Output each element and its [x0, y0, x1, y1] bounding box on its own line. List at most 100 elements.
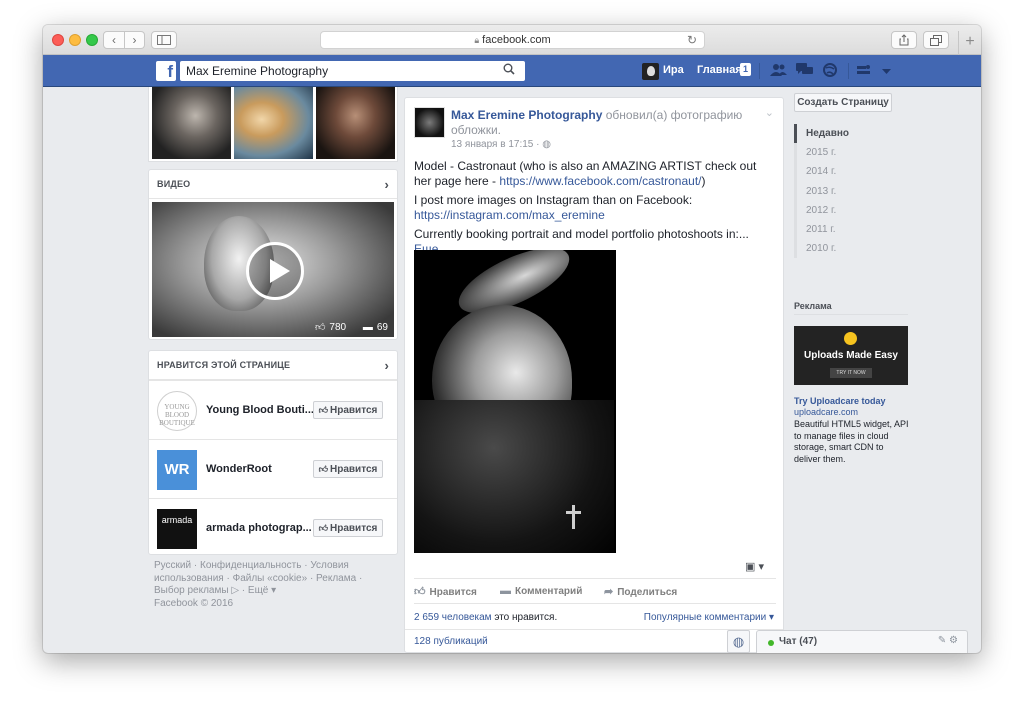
list-item: YOUNG BLOOD BOUTIQUE Young Blood Bouti..… — [149, 380, 397, 439]
privacy-shortcuts-icon[interactable] — [855, 63, 873, 78]
timeline-year-item[interactable]: 2014 г. — [794, 162, 906, 182]
minimize-window-button[interactable] — [69, 34, 81, 46]
post-author-avatar[interactable] — [414, 107, 445, 138]
ad-title-link[interactable]: Try Uploadcare today — [794, 396, 886, 406]
photo-thumbnail[interactable] — [316, 87, 395, 159]
address-bar[interactable]: 🔒︎ facebook.com ↻ — [320, 31, 705, 49]
back-button[interactable]: ‹ — [103, 31, 125, 49]
share-button-label: Поделиться — [617, 587, 678, 598]
timeline-year-item[interactable]: 2015 г. — [794, 143, 906, 163]
chevron-right-icon[interactable]: › — [384, 170, 389, 199]
like-button[interactable]: 👍︎ Нравится — [414, 585, 477, 598]
timeline-year-item[interactable]: 2010 г. — [794, 239, 906, 259]
like-page-button[interactable]: 👍︎ Нравится — [313, 519, 383, 537]
reload-icon[interactable]: ↻ — [687, 32, 697, 48]
post-as-selector[interactable]: ▣ ▾ — [745, 560, 764, 573]
post-likes-summary: 2 659 человекам это нравится. — [414, 612, 557, 623]
video-comments-count: 69 — [376, 322, 388, 333]
video-header[interactable]: ВИДЕО › — [149, 170, 397, 199]
liked-page-name[interactable]: Young Blood Bouti... — [206, 404, 314, 416]
young-blood-logo[interactable]: YOUNG BLOOD BOUTIQUE — [157, 391, 197, 431]
post-text: Model - Castronaut (who is also an AMAZI… — [414, 159, 776, 261]
chevron-right-icon: › — [132, 33, 137, 47]
photo-thumbnail[interactable] — [234, 87, 313, 159]
lock-icon: 🔒︎ — [474, 35, 480, 45]
share-button[interactable] — [891, 31, 917, 49]
post-timestamp[interactable]: 13 января в 17:15 · ◍ — [451, 139, 551, 150]
ad-logo-icon — [844, 332, 857, 345]
liked-page-name[interactable]: WonderRoot — [206, 463, 272, 475]
zoom-window-button[interactable] — [86, 34, 98, 46]
share-button[interactable]: ➦ Поделиться — [604, 585, 677, 598]
facebook-logo[interactable]: f — [156, 61, 176, 81]
video-thumbnail[interactable]: 👍︎ 780 ▬ 69 — [152, 202, 394, 337]
video-stats: 👍︎ 780 ▬ 69 — [311, 321, 388, 333]
liked-pages-header-label: НРАВИТСЯ ЭТОЙ СТРАНИЦЕ — [157, 360, 291, 370]
sidebar-toggle-button[interactable] — [151, 31, 177, 49]
avatar[interactable] — [642, 63, 659, 80]
forward-button[interactable]: › — [125, 31, 145, 49]
likes-count-link[interactable]: 2 659 человекам — [414, 612, 492, 623]
tabs-icon — [930, 35, 942, 46]
post-headline: Max Eremine Photography обновил(а) фотог… — [451, 108, 751, 138]
post-text-line: Currently booking portrait and model por… — [414, 227, 749, 241]
footer-links: Русский · Конфиденциальность · Условия и… — [154, 560, 394, 610]
chat-label: Чат (47) — [779, 636, 818, 647]
liked-page-name[interactable]: armada photograp... — [206, 522, 312, 534]
account-menu-chevron-icon[interactable] — [877, 63, 895, 78]
messages-icon[interactable] — [795, 63, 813, 79]
video-likes-count: 780 — [329, 322, 347, 333]
chat-sidebar-toggle[interactable]: Чат (47) ✎ ⚙ — [756, 630, 968, 653]
armada-logo[interactable]: armada — [157, 509, 197, 549]
wonderroot-logo[interactable]: WR — [157, 450, 197, 490]
comment-button[interactable]: ▬ Комментарий — [500, 585, 582, 597]
timeline-year-item[interactable]: 2011 г. — [794, 219, 906, 240]
list-item: armada armada photograp... 👍︎ Нравится — [149, 498, 397, 557]
notifications-globe-icon[interactable] — [821, 63, 839, 80]
profile-link[interactable]: Ира — [663, 64, 684, 76]
ad-image[interactable]: Uploads Made Easy TRY IT NOW — [794, 326, 908, 385]
thumbs-up-icon: 👍︎ — [414, 586, 426, 598]
video-card: ВИДЕО › 👍︎ 780 ▬ 69 — [148, 169, 398, 340]
search-icon[interactable] — [500, 62, 518, 80]
comment-sort-dropdown[interactable]: Популярные комментарии ▾ — [644, 612, 774, 623]
likes-suffix: это нравится. — [491, 612, 558, 623]
plus-icon: + — [965, 33, 975, 50]
new-tab-button[interactable]: + — [958, 31, 981, 55]
chat-tools-icons[interactable]: ✎ ⚙ — [938, 635, 958, 646]
like-page-button[interactable]: 👍︎ Нравится — [313, 401, 383, 419]
home-link[interactable]: Главная — [697, 64, 742, 76]
photo-thumbnail[interactable] — [152, 87, 231, 159]
tab-overview-button[interactable] — [923, 31, 949, 49]
video-header-label: ВИДЕО — [157, 179, 191, 189]
castronaut-link[interactable]: https://www.facebook.com/castronaut/ — [499, 174, 701, 188]
post-paragraph: Model - Castronaut (who is also an AMAZI… — [414, 159, 776, 189]
chevron-right-icon[interactable]: › — [384, 351, 389, 380]
close-window-button[interactable] — [52, 34, 64, 46]
create-page-button[interactable]: Создать Страницу — [794, 93, 892, 112]
timeline-year-item[interactable]: Недавно — [794, 124, 906, 144]
divider — [759, 63, 760, 79]
liked-pages-card: НРАВИТСЯ ЭТОЙ СТРАНИЦЕ › YOUNG BLOOD BOU… — [148, 350, 398, 555]
share-arrow-icon: ➦ — [604, 586, 614, 598]
post-card: Max Eremine Photography обновил(а) фотог… — [404, 97, 784, 653]
post-text-line: I post more images on Instagram than on … — [414, 193, 693, 207]
comment-icon: ▬ — [362, 322, 373, 333]
liked-pages-header[interactable]: НРАВИТСЯ ЭТОЙ СТРАНИЦЕ › — [149, 351, 397, 380]
timeline-year-item[interactable]: 2012 г. — [794, 200, 906, 220]
post-photo[interactable] — [414, 250, 616, 553]
like-page-button[interactable]: 👍︎ Нравится — [313, 460, 383, 478]
thumbs-up-icon: 👍︎ — [318, 523, 329, 533]
post-author-link[interactable]: Max Eremine Photography — [451, 108, 602, 122]
play-icon[interactable] — [246, 242, 304, 300]
footer-links-text[interactable]: Русский · Конфиденциальность · Условия и… — [154, 560, 394, 598]
timeline-years-nav: Недавно 2015 г. 2014 г. 2013 г. 2012 г. … — [794, 124, 906, 259]
instagram-link[interactable]: https://instagram.com/max_eremine — [414, 208, 605, 222]
ad-domain-link[interactable]: uploadcare.com — [794, 407, 858, 417]
post-options-chevron-icon[interactable]: ⌄ — [765, 106, 774, 119]
globe-icon[interactable]: ◍ — [727, 630, 750, 653]
copyright: Facebook © 2016 — [154, 597, 234, 609]
search-input[interactable] — [180, 61, 525, 81]
friend-requests-icon[interactable] — [769, 63, 787, 79]
timeline-year-item[interactable]: 2013 г. — [794, 181, 906, 201]
